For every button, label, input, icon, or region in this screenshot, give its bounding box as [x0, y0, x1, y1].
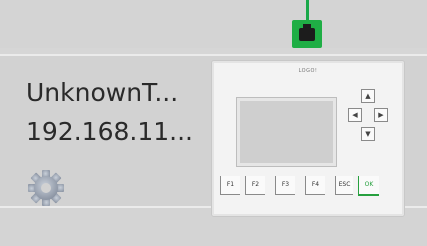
dpad-up-button[interactable]: ▲ [361, 89, 375, 103]
dpad-left-button[interactable]: ◀ [348, 108, 362, 122]
function-keys: F1 F2 F3 F4 ESC OK [220, 176, 396, 196]
dpad-right-button[interactable]: ▶ [374, 108, 388, 122]
gear-icon[interactable] [22, 163, 70, 211]
device-brand-label: LOGO! [298, 68, 318, 74]
ok-key[interactable]: OK [358, 176, 379, 196]
esc-key[interactable]: ESC [335, 176, 353, 195]
top-band [0, 0, 427, 48]
f4-key[interactable]: F4 [305, 176, 325, 195]
connection-line [306, 0, 309, 22]
device-name-label: UnknownT... [26, 78, 179, 107]
f2-key[interactable]: F2 [245, 176, 265, 195]
f1-key[interactable]: F1 [220, 176, 240, 195]
network-port-socket [299, 24, 315, 41]
f3-key[interactable]: F3 [275, 176, 295, 195]
device-display [237, 98, 336, 166]
plc-device-illustration[interactable]: LOGO! ▲ ◀ ▶ ▼ F1 F2 F3 F4 ESC OK [211, 60, 405, 217]
dpad-down-button[interactable]: ▼ [361, 127, 375, 141]
device-ip-label: 192.168.11... [26, 117, 193, 146]
network-port-icon[interactable] [292, 20, 322, 48]
